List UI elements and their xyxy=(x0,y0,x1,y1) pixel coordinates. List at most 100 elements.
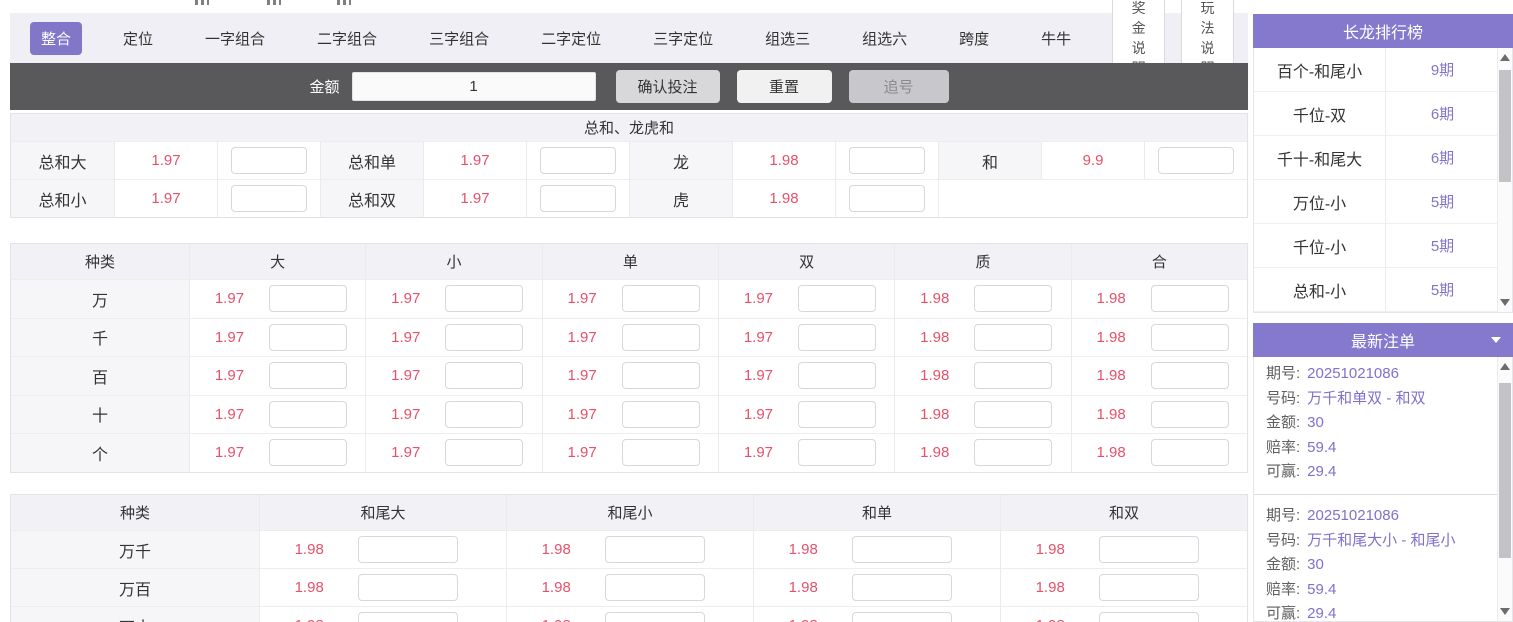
collapse-caret-icon[interactable] xyxy=(1491,337,1501,343)
tab-dingwei[interactable]: 定位 xyxy=(112,22,164,55)
bet-input[interactable] xyxy=(445,439,523,466)
bet-input[interactable] xyxy=(358,574,458,601)
bet-input[interactable] xyxy=(852,536,952,563)
bet-input[interactable] xyxy=(1099,574,1199,601)
bet-amount-input[interactable] xyxy=(352,72,596,101)
bet-input[interactable] xyxy=(605,536,705,563)
bet-input[interactable] xyxy=(622,439,700,466)
bet-input[interactable] xyxy=(358,612,458,622)
scrollbar-thumb[interactable] xyxy=(1499,70,1511,182)
bet-input[interactable] xyxy=(1099,536,1199,563)
ranking-row[interactable]: 万位-小 5期 xyxy=(1254,180,1499,224)
bet-input[interactable] xyxy=(445,401,523,428)
scroll-up-icon[interactable] xyxy=(1500,363,1510,370)
bet-input[interactable] xyxy=(622,285,700,312)
bet-type-label: 总和单 xyxy=(320,141,423,179)
ranking-periods: 5期 xyxy=(1386,180,1499,223)
bet-input[interactable] xyxy=(269,439,347,466)
odds-value: 1.97 xyxy=(190,444,269,461)
bet-input-sum-small[interactable] xyxy=(231,185,307,212)
tab-erzi-dingwei[interactable]: 二字定位 xyxy=(530,22,612,55)
bet-input[interactable] xyxy=(852,574,952,601)
bet-input[interactable] xyxy=(974,439,1052,466)
ranking-row[interactable]: 千位-双 6期 xyxy=(1254,92,1499,136)
odds-value: 1.98 xyxy=(260,617,358,622)
confirm-bet-button[interactable]: 确认投注 xyxy=(616,70,720,103)
bet-input[interactable] xyxy=(974,324,1052,351)
bet-input-sum-even[interactable] xyxy=(540,185,616,212)
row-label: 千 xyxy=(11,318,189,357)
ranking-periods: 5期 xyxy=(1386,268,1499,311)
bet-input-sum-odd[interactable] xyxy=(540,147,616,174)
tab-niuniu[interactable]: 牛牛 xyxy=(1030,22,1082,55)
ranking-name: 千位-小 xyxy=(1254,224,1386,267)
bet-input-dragon[interactable] xyxy=(849,147,925,174)
field-label: 号码: xyxy=(1266,532,1300,549)
tab-zuxuan6[interactable]: 组选六 xyxy=(851,22,918,55)
bets-scrollbar[interactable] xyxy=(1497,357,1512,621)
ranking-row[interactable]: 千十-和尾大 6期 xyxy=(1254,136,1499,180)
bet-input[interactable] xyxy=(852,612,952,622)
bet-input[interactable] xyxy=(974,285,1052,312)
bet-input[interactable] xyxy=(1151,285,1229,312)
tab-sanzi-zuhe[interactable]: 三字组合 xyxy=(418,22,500,55)
column-header: 和尾大 xyxy=(259,495,506,530)
odds-value: 1.98 xyxy=(1001,617,1099,622)
bet-input-sum-big[interactable] xyxy=(231,147,307,174)
bet-input[interactable] xyxy=(445,324,523,351)
clipped-header-text xyxy=(195,0,209,5)
amount-value: 30 xyxy=(1307,414,1324,431)
bet-input[interactable] xyxy=(605,612,705,622)
odds-value: 1.98 xyxy=(895,367,974,384)
scrollbar-thumb[interactable] xyxy=(1499,383,1511,558)
bet-input[interactable] xyxy=(1151,401,1229,428)
dragon-scrollbar[interactable] xyxy=(1497,48,1512,312)
ranking-name: 千位-双 xyxy=(1254,92,1386,135)
bet-input[interactable] xyxy=(622,324,700,351)
odds-value: 1.97 xyxy=(719,290,798,307)
bet-input-tiger[interactable] xyxy=(849,185,925,212)
odds-value: 1.97 xyxy=(366,290,445,307)
bet-input[interactable] xyxy=(358,536,458,563)
tab-erzi-zuhe[interactable]: 二字组合 xyxy=(306,22,388,55)
tab-zhenghe[interactable]: 整合 xyxy=(30,22,82,55)
odds-value: 1.98 xyxy=(507,617,605,622)
ranking-row[interactable]: 总和-小 5期 xyxy=(1254,268,1499,312)
bet-input[interactable] xyxy=(445,362,523,389)
amount-label: 金额 xyxy=(309,76,339,97)
odds-value: 59.4 xyxy=(1307,439,1336,456)
bet-input[interactable] xyxy=(798,285,876,312)
chase-number-button[interactable]: 追号 xyxy=(849,70,949,103)
bet-input[interactable] xyxy=(1099,612,1199,622)
bet-input[interactable] xyxy=(974,362,1052,389)
bet-input[interactable] xyxy=(622,401,700,428)
bet-input[interactable] xyxy=(622,362,700,389)
bet-input[interactable] xyxy=(798,401,876,428)
tab-yizi-zuhe[interactable]: 一字组合 xyxy=(194,22,276,55)
bet-input[interactable] xyxy=(974,401,1052,428)
bet-input[interactable] xyxy=(1151,439,1229,466)
reset-button[interactable]: 重置 xyxy=(737,70,832,103)
bet-input[interactable] xyxy=(798,362,876,389)
scroll-down-icon[interactable] xyxy=(1500,299,1510,306)
odds-value: 1.97 xyxy=(114,141,217,179)
tab-sanzi-dingwei[interactable]: 三字定位 xyxy=(642,22,724,55)
tab-kuadu[interactable]: 跨度 xyxy=(948,22,1000,55)
bet-input[interactable] xyxy=(1151,362,1229,389)
tab-zuxuan3[interactable]: 组选三 xyxy=(754,22,821,55)
bet-input[interactable] xyxy=(269,324,347,351)
bet-input[interactable] xyxy=(269,362,347,389)
bet-input[interactable] xyxy=(605,574,705,601)
bet-input[interactable] xyxy=(269,401,347,428)
ranking-row[interactable]: 百个-和尾小 9期 xyxy=(1254,48,1499,92)
bet-input[interactable] xyxy=(798,439,876,466)
bet-input[interactable] xyxy=(798,324,876,351)
bet-input-tie[interactable] xyxy=(1158,147,1234,174)
field-label: 号码: xyxy=(1266,390,1300,407)
bet-input[interactable] xyxy=(269,285,347,312)
scroll-down-icon[interactable] xyxy=(1500,608,1510,615)
bet-input[interactable] xyxy=(1151,324,1229,351)
ranking-row[interactable]: 千位-小 5期 xyxy=(1254,224,1499,268)
scroll-up-icon[interactable] xyxy=(1500,54,1510,61)
bet-input[interactable] xyxy=(445,285,523,312)
